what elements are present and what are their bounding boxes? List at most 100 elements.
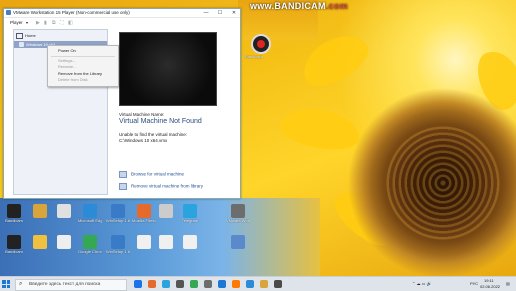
taskbar-search[interactable]: ⌕ Введите здесь текст для поиска xyxy=(15,279,127,291)
desktop-icon[interactable] xyxy=(28,204,52,218)
desktop-icon[interactable]: VMware Workstation xyxy=(226,204,250,223)
desktop-icon[interactable]: WinSetup 1.6.2 xyxy=(106,204,130,223)
taskbar-app-icon[interactable] xyxy=(274,280,282,288)
desktop-icon[interactable]: Google Chrome xyxy=(78,235,102,254)
vmware-player-window: VMware Workstation 15 Player (Non-commer… xyxy=(3,8,241,199)
app-icon xyxy=(183,204,197,218)
send-ctrl-alt-del-icon[interactable]: ⧉ xyxy=(52,20,56,26)
vm-context-menu: Power On Settings... Rename... Remove fr… xyxy=(47,45,119,87)
remove-vm-link[interactable]: Remove virtual machine from library xyxy=(119,183,203,190)
app-icon xyxy=(111,235,125,249)
desktop-icon[interactable]: Telegram xyxy=(178,204,202,223)
unity-icon[interactable]: ◧ xyxy=(68,20,73,26)
library-home-item[interactable]: Home xyxy=(16,33,36,39)
desktop-icon[interactable]: Mozilla Firefox xyxy=(132,204,156,223)
desktop-icon[interactable]: WinSetup 1.6.2 xyxy=(106,235,130,254)
notifications-icon[interactable]: ▤ xyxy=(506,281,510,286)
app-icon xyxy=(159,235,173,249)
power-icon[interactable]: ▶ xyxy=(36,20,40,26)
vm-details-pane: Virtual Machine Name: Virtual Machine No… xyxy=(112,29,238,193)
app-icon xyxy=(231,204,245,218)
desktop-icon[interactable]: Bandicam xyxy=(2,235,26,254)
desktop-icon[interactable] xyxy=(28,235,52,249)
fullscreen-icon[interactable]: ⛶ xyxy=(60,20,64,26)
folder-icon xyxy=(119,171,127,178)
clock-time[interactable]: 19:11 xyxy=(484,278,494,283)
desktop-icon[interactable]: Microsoft Edge xyxy=(78,204,102,223)
app-icon xyxy=(183,235,197,249)
taskbar-app-icon[interactable] xyxy=(260,280,268,288)
player-menu-button[interactable]: Player xyxy=(10,20,23,25)
menu-separator xyxy=(51,55,115,57)
taskbar-app-icon[interactable] xyxy=(176,280,184,288)
desktop-icon-label: WinSetup 1.6.2 xyxy=(106,249,130,254)
app-icon xyxy=(57,235,71,249)
clock-date[interactable]: 02.06.2022 xyxy=(480,284,500,289)
home-label: Home xyxy=(25,33,36,39)
desktop-icon[interactable] xyxy=(52,204,76,218)
browse-vm-label: Browse for virtual machine xyxy=(131,171,185,177)
desktop-icon-label: Bandicam xyxy=(5,249,23,254)
title-bar[interactable]: VMware Workstation 15 Player (Non-commer… xyxy=(4,9,240,18)
desktop-icon[interactable] xyxy=(52,235,76,249)
desktop-icon[interactable] xyxy=(154,204,178,218)
app-icon xyxy=(159,204,173,218)
taskbar-app-icon[interactable] xyxy=(232,280,240,288)
vm-name: Virtual Machine Not Found xyxy=(119,118,202,125)
menu-item-power-on[interactable]: Power On xyxy=(48,48,118,55)
error-message: Unable to find the virtual machine: xyxy=(119,132,188,137)
remove-vm-label: Remove virtual machine from library xyxy=(131,183,204,189)
taskbar-app-icon[interactable] xyxy=(190,280,198,288)
desktop-icon-label: Google Chrome xyxy=(78,249,102,254)
window-title: VMware Workstation 15 Player (Non-commer… xyxy=(13,10,130,15)
bandicam-record-icon[interactable] xyxy=(251,34,271,54)
chevron-down-icon[interactable]: ▾ xyxy=(26,20,28,25)
app-icon xyxy=(137,204,151,218)
start-button[interactable] xyxy=(2,280,10,288)
desktop-icon-label: Bandicam xyxy=(5,218,23,223)
vm-path: C:\Windows 10 x64.vmx xyxy=(119,138,168,143)
desktop-icon-label: Microsoft Edge xyxy=(78,218,102,223)
desktop-icon[interactable] xyxy=(226,235,250,249)
app-icon xyxy=(33,204,47,218)
app-icon xyxy=(7,235,21,249)
minimize-button[interactable]: — xyxy=(200,9,212,17)
remove-icon xyxy=(119,183,127,190)
app-icon xyxy=(33,235,47,249)
home-icon xyxy=(16,33,23,39)
desktop-icon-label: VMware Workstation xyxy=(226,218,250,223)
desktop-icon-label: Bandicam xyxy=(245,54,263,59)
menu-item-delete-from-disk[interactable]: Delete from Disk xyxy=(48,77,118,84)
desktop-icon-label: Mozilla Firefox xyxy=(132,218,156,223)
tray-language[interactable]: РУС xyxy=(470,281,478,286)
tray-icons[interactable]: ⌃ ☁ ▭ 🔊 xyxy=(412,281,431,286)
vm-name-label: Virtual Machine Name: xyxy=(119,112,165,117)
vm-icon xyxy=(19,42,24,47)
toolbar: Player ▾ ▶ ▮ ⧉ ⛶ ◧ xyxy=(4,18,240,27)
desktop-icon[interactable]: Bandicam xyxy=(2,204,26,223)
app-icon xyxy=(111,204,125,218)
desktop-icon[interactable] xyxy=(178,235,202,249)
app-icon xyxy=(83,235,97,249)
desktop-icon-label: WinSetup 1.6.2 xyxy=(106,218,130,223)
desktop-icon[interactable] xyxy=(132,235,156,249)
taskbar-app-icon[interactable] xyxy=(134,280,142,288)
taskbar-app-icon[interactable] xyxy=(148,280,156,288)
vm-thumbnail xyxy=(119,32,217,106)
taskbar-app-icon[interactable] xyxy=(204,280,212,288)
app-icon xyxy=(231,235,245,249)
maximize-button[interactable]: ☐ xyxy=(214,9,226,17)
search-icon: ⌕ xyxy=(19,281,23,287)
taskbar-app-icon[interactable] xyxy=(162,280,170,288)
taskbar-app-icon[interactable] xyxy=(218,280,226,288)
app-icon xyxy=(137,235,151,249)
browse-vm-link[interactable]: Browse for virtual machine xyxy=(119,171,184,178)
close-button[interactable]: ✕ xyxy=(228,9,240,17)
app-icon xyxy=(7,204,21,218)
taskbar-app-icon[interactable] xyxy=(246,280,254,288)
desktop-icon[interactable] xyxy=(154,235,178,249)
taskbar: ⌕ Введите здесь текст для поиска ⌃ ☁ ▭ 🔊… xyxy=(0,276,516,291)
pause-icon[interactable]: ▮ xyxy=(44,20,47,26)
sunflower-petal xyxy=(277,103,363,155)
search-placeholder: Введите здесь текст для поиска xyxy=(29,282,101,287)
